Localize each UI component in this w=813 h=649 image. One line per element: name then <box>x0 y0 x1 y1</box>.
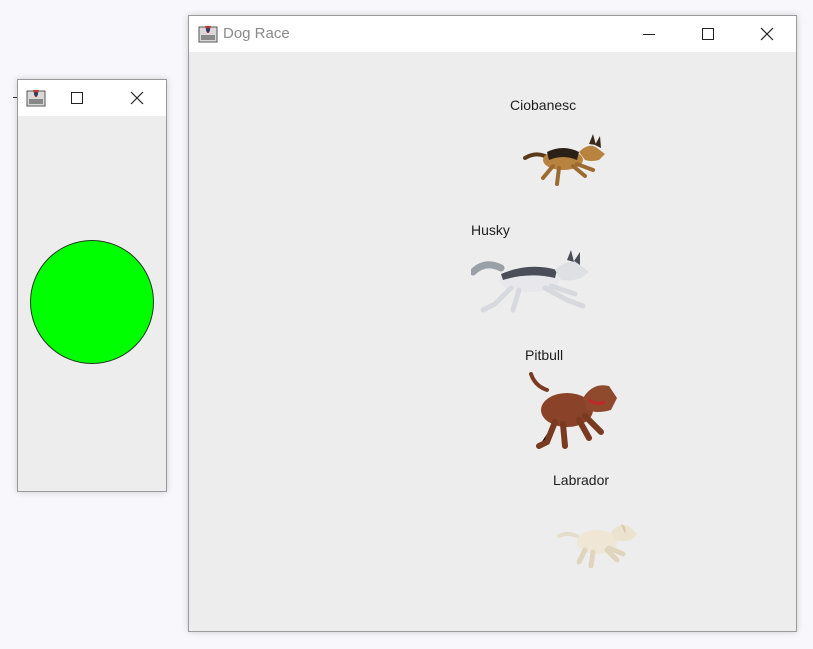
java-app-icon[interactable] <box>26 88 46 108</box>
green-ball <box>30 240 154 364</box>
minimize-icon <box>643 34 655 35</box>
race-track: Ciobanesc Husky Pitbull Labrador <box>189 52 796 631</box>
maximize-icon <box>702 28 714 40</box>
close-icon <box>760 27 774 41</box>
dog-label-labrador: Labrador <box>553 472 610 488</box>
close-button[interactable] <box>114 80 160 116</box>
ball-window <box>17 79 167 492</box>
dog-label-husky: Husky <box>471 222 510 238</box>
window-title: Dog Race <box>223 25 290 42</box>
german-shepherd-running-image <box>523 134 605 186</box>
dog-label-pitbull: Pitbull <box>525 347 564 363</box>
title-bar[interactable]: Dog Race <box>189 16 796 52</box>
pitbull-running-image <box>529 372 617 449</box>
title-bar[interactable] <box>18 80 166 116</box>
dog-race-window: Dog Race Ciobanesc Husky Pitbull Labrado… <box>188 15 797 632</box>
java-app-icon[interactable] <box>198 24 218 44</box>
close-icon <box>130 91 144 105</box>
dog-label-ciobanesc: Ciobanesc <box>510 97 577 113</box>
maximize-icon <box>71 92 83 104</box>
minimize-button[interactable] <box>626 16 672 52</box>
labrador-running-image <box>557 524 637 568</box>
close-button[interactable] <box>744 16 790 52</box>
maximize-button[interactable] <box>685 16 731 52</box>
ball-canvas <box>18 116 166 491</box>
husky-running-image <box>471 250 589 313</box>
maximize-button[interactable] <box>54 80 100 116</box>
